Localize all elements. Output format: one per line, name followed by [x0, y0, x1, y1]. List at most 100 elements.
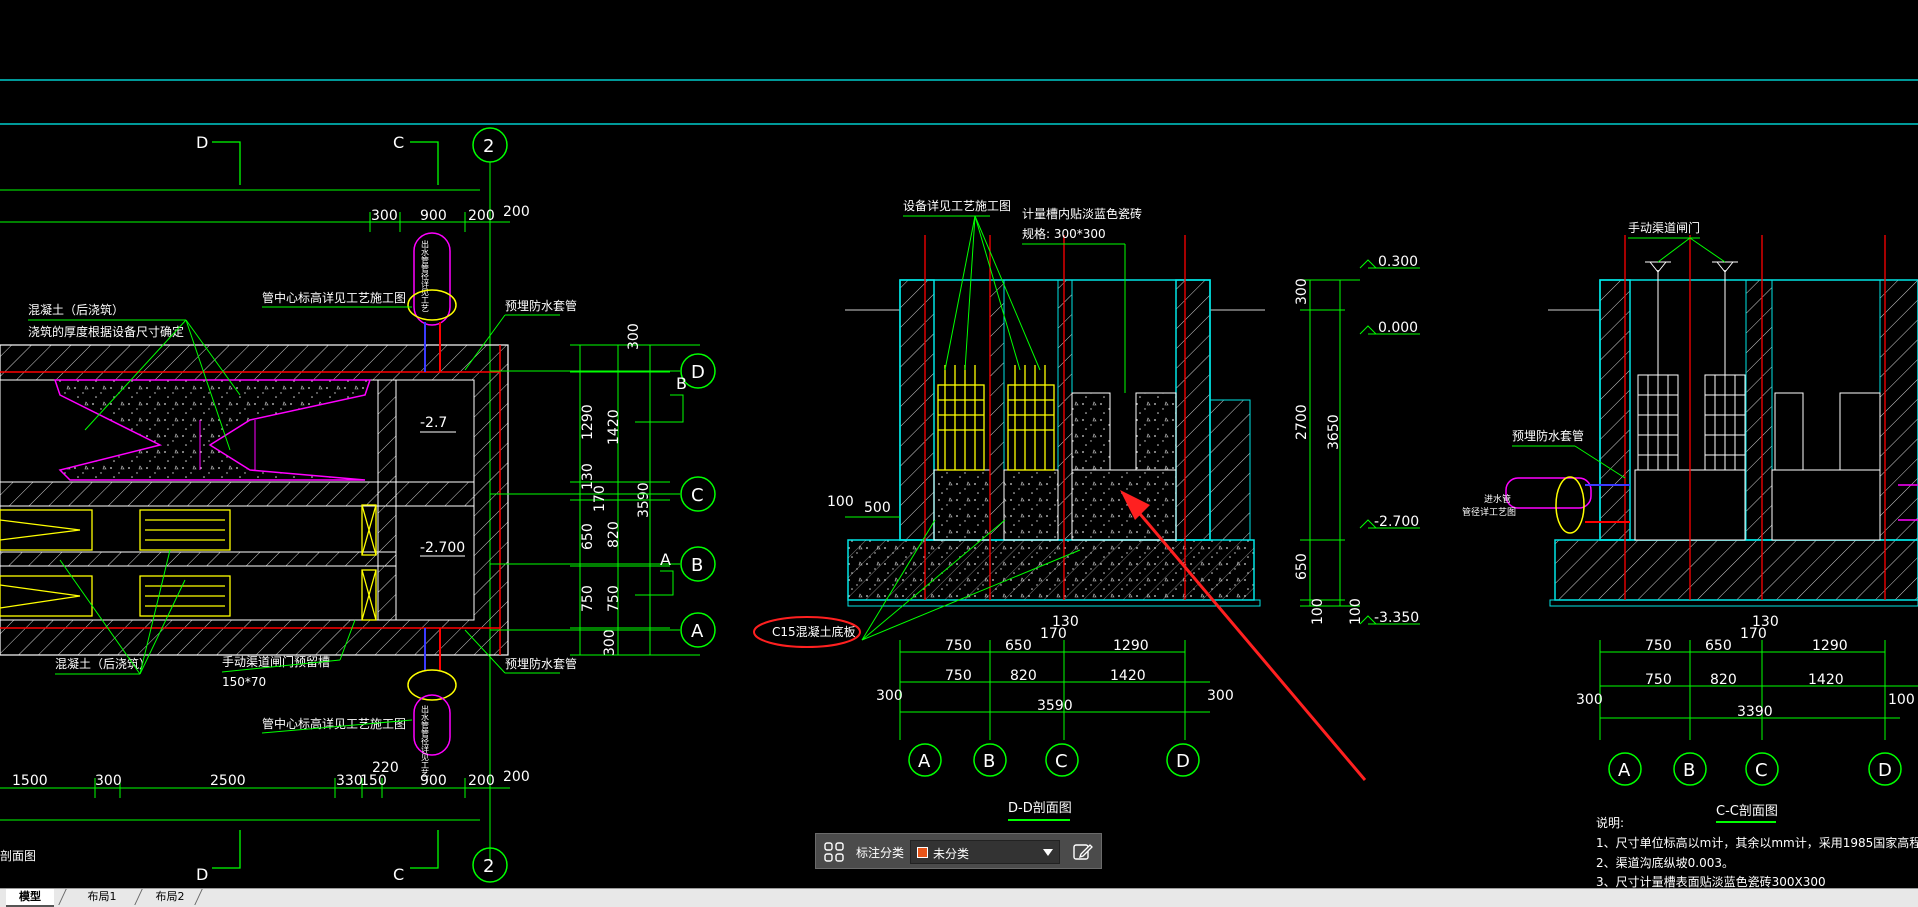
svg-text:300: 300: [1207, 688, 1234, 704]
svg-text:200: 200: [503, 769, 530, 785]
tab-divider: [58, 889, 67, 905]
cc-section-title: C-C剖面图: [1716, 804, 1778, 819]
dd-label-tile: 计量槽内贴淡蓝色瓷砖: [1022, 206, 1142, 221]
svg-text:100: 100: [1310, 598, 1326, 625]
annotation-category-select[interactable]: 未分类: [910, 840, 1060, 864]
svg-text:2: 2: [483, 856, 494, 877]
plan-bottom-dimensions: 1500 300 2500 330 150 900 200 220 200: [0, 760, 530, 821]
svg-text:130: 130: [1752, 614, 1779, 630]
svg-text:900: 900: [420, 773, 447, 789]
svg-text:预埋防水套管: 预埋防水套管: [505, 298, 577, 313]
notes-block: 说明: 1、尺寸单位标高以m计，其余以mm计，采用1985国家高程基准，相 2、…: [1596, 815, 1918, 888]
svg-text:C15混凝土底板: C15混凝土底板: [772, 624, 856, 639]
edit-icon[interactable]: [1072, 842, 1094, 862]
svg-text:2、渠道沟底纵坡0.003。: 2、渠道沟底纵坡0.003。: [1596, 855, 1734, 870]
svg-text:管中心标高详见工艺施工图: 管中心标高详见工艺施工图: [262, 716, 406, 731]
svg-text:100: 100: [1888, 692, 1915, 708]
svg-text:300: 300: [602, 629, 618, 656]
svg-text:C: C: [1755, 760, 1768, 781]
svg-text:650: 650: [1705, 638, 1732, 654]
svg-text:B: B: [691, 555, 703, 576]
svg-text:1420: 1420: [1808, 672, 1844, 688]
svg-text:750: 750: [1645, 672, 1672, 688]
cc-bottom-dim-text: 750 650 170 1290 130 750 820 1420 3390 3…: [1576, 614, 1915, 720]
grid-icon[interactable]: [824, 842, 844, 862]
svg-text:出水管管径详见工艺: 出水管管径详见工艺: [421, 239, 430, 312]
svg-text:混凝土（后浇筑）: 混凝土（后浇筑）: [28, 302, 124, 317]
svg-text:预埋防水套管: 预埋防水套管: [505, 656, 577, 671]
svg-text:2: 2: [483, 136, 494, 157]
svg-text:650: 650: [1005, 638, 1032, 654]
svg-text:650: 650: [1294, 553, 1310, 580]
svg-text:300: 300: [95, 773, 122, 789]
svg-text:200: 200: [503, 204, 530, 220]
svg-text:C: C: [691, 485, 704, 506]
svg-text:C: C: [1055, 751, 1068, 772]
svg-text:说明:: 说明:: [1596, 815, 1624, 830]
svg-text:3390: 3390: [1737, 704, 1773, 720]
svg-text:管中心标高详见工艺施工图: 管中心标高详见工艺施工图: [262, 290, 406, 305]
svg-text:300: 300: [1576, 692, 1603, 708]
svg-text:2700: 2700: [1294, 404, 1310, 440]
sheet-border-lines: [0, 79, 1918, 125]
svg-text:浇筑的厚度根据设备尺寸确定: 浇筑的厚度根据设备尺寸确定: [28, 324, 184, 339]
layout-tab-bar: 模型 布局1 布局2: [0, 888, 1918, 907]
svg-text:200: 200: [468, 208, 495, 224]
plan-view: D C 2 300 900 200 200 -2.7 -2.700 出水管管径详…: [0, 127, 716, 884]
svg-text:300: 300: [371, 208, 398, 224]
plan-right-dimension-text: 300 1290 130 170 650 750 300 1420 820 75…: [580, 323, 652, 656]
dd-bottom-dims: [899, 640, 1210, 740]
annotation-classify-label: 标注分类: [856, 846, 905, 860]
c15-label-highlight: C15混凝土底板: [753, 616, 861, 648]
section-marker-c-bottom: C: [393, 830, 439, 884]
elevation-label: -2.7: [420, 415, 447, 431]
svg-text:1290: 1290: [1113, 638, 1149, 654]
tab-model[interactable]: 模型: [6, 889, 54, 907]
svg-text:C: C: [393, 865, 404, 884]
svg-text:A: A: [691, 621, 704, 642]
svg-text:750: 750: [1645, 638, 1672, 654]
svg-text:900: 900: [420, 208, 447, 224]
svg-text:D: D: [1176, 751, 1190, 772]
svg-text:170: 170: [592, 485, 608, 512]
dd-label-equipment: 设备详见工艺施工图: [903, 198, 1011, 213]
svg-text:1290: 1290: [1812, 638, 1848, 654]
svg-text:A: A: [660, 550, 671, 569]
tab-layout-1[interactable]: 布局1: [72, 889, 132, 905]
svg-text:D: D: [1878, 760, 1892, 781]
svg-text:3590: 3590: [636, 482, 652, 518]
svg-text:A: A: [1618, 760, 1631, 781]
svg-text:3、尺寸计量槽表面贴淡蓝色瓷砖300X300: 3、尺寸计量槽表面贴淡蓝色瓷砖300X300: [1596, 874, 1826, 888]
dd-left-dim: 500: [864, 500, 891, 516]
svg-text:150*70: 150*70: [222, 675, 266, 689]
section-marker-d-top: D: [196, 133, 241, 185]
svg-text:2500: 2500: [210, 773, 246, 789]
svg-text:200: 200: [468, 773, 495, 789]
cc-axis-bubbles: A B C D: [1608, 752, 1902, 786]
elevation-label: -2.700: [420, 540, 465, 556]
cc-section-view: 手动渠道闸门 预埋防水套管 进水管 管径详工艺图 750 650 170 129…: [1462, 220, 1918, 823]
svg-text:1500: 1500: [12, 773, 48, 789]
svg-text:220: 220: [372, 760, 399, 776]
cad-drawing-canvas[interactable]: D C 2 300 900 200 200 -2.7 -2.700 出水管管径详…: [0, 0, 1918, 888]
section-marker-d-bottom: D: [196, 830, 241, 884]
svg-text:剖面图: 剖面图: [0, 849, 36, 863]
svg-text:D: D: [691, 362, 705, 383]
svg-text:300: 300: [876, 688, 903, 704]
annotation-classify-toolbar: 标注分类 未分类: [815, 833, 1102, 869]
category-color-swatch: [917, 847, 928, 858]
svg-text:300: 300: [1294, 278, 1310, 305]
cc-label-gate: 手动渠道闸门: [1628, 220, 1700, 235]
dd-section-title: D-D剖面图: [1008, 801, 1072, 816]
tab-layout-2[interactable]: 布局2: [140, 889, 200, 905]
svg-text:820: 820: [1010, 668, 1037, 684]
section-marker-c-top: C: [393, 133, 439, 185]
dd-label-tile-size: 规格: 300*300: [1022, 226, 1106, 241]
svg-text:1、尺寸单位标高以m计，其余以mm计，采用1985国家高程基: 1、尺寸单位标高以m计，其余以mm计，采用1985国家高程基准，相: [1596, 835, 1918, 850]
svg-text:D: D: [196, 133, 208, 152]
cc-bottom-dims: [1599, 640, 1918, 740]
svg-text:300: 300: [626, 323, 642, 350]
cc-label-waterproof: 预埋防水套管: [1512, 428, 1584, 443]
cc-label-pipe-2: 管径详工艺图: [1462, 506, 1516, 518]
plan-top-dimensions: 300 900 200 200: [0, 189, 530, 232]
